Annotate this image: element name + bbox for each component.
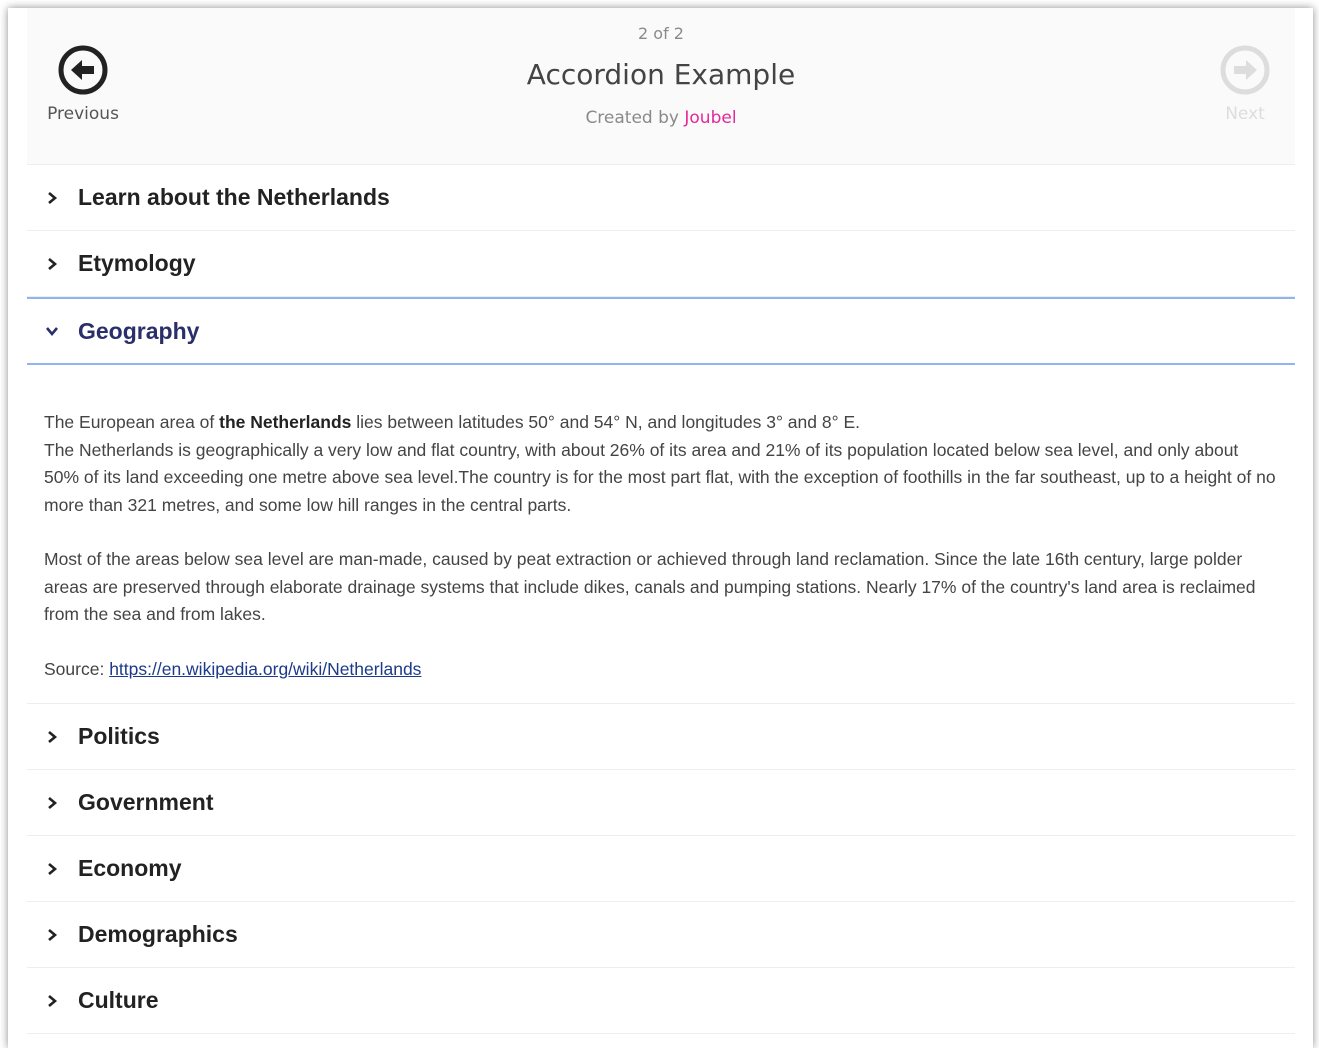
accordion-header-demographics[interactable]: Demographics (27, 902, 1295, 967)
source-label: Source: (44, 658, 110, 679)
chevron-right-icon (48, 730, 58, 743)
accordion-header-etymology[interactable]: Etymology (27, 231, 1295, 296)
accordion-item: Demographics (27, 902, 1295, 968)
accordion-label: Politics (78, 723, 160, 749)
accordion-item: Geography The European area of the Nethe… (27, 297, 1295, 704)
accordion: Learn about the Netherlands Etymology Ge… (27, 165, 1295, 1034)
author-link[interactable]: Joubel (684, 108, 736, 128)
author-line: Created by Joubel (27, 108, 1295, 128)
accordion-item: Economy (27, 836, 1295, 902)
accordion-header-learn[interactable]: Learn about the Netherlands (27, 165, 1295, 230)
source-link[interactable]: https://en.wikipedia.org/wiki/Netherland… (109, 659, 421, 679)
slide-counter: 2 of 2 (638, 24, 684, 43)
accordion-label: Demographics (78, 921, 238, 947)
accordion-item: Etymology (27, 231, 1295, 297)
accordion-header-geography[interactable]: Geography (27, 297, 1295, 365)
chevron-right-icon (48, 191, 58, 204)
next-label: Next (1225, 104, 1265, 124)
accordion-item: Culture (27, 968, 1295, 1034)
accordion-header-politics[interactable]: Politics (27, 704, 1295, 769)
panel-paragraph: Most of the areas below sea level are ma… (44, 549, 1256, 624)
accordion-header-culture[interactable]: Culture (27, 968, 1295, 1033)
accordion-label: Government (78, 789, 214, 815)
next-button[interactable]: Next (1195, 44, 1295, 124)
panel-paragraph: The European area of the Netherlands lie… (44, 409, 1278, 519)
accordion-item: Learn about the Netherlands (27, 165, 1295, 231)
chevron-right-icon (48, 862, 58, 875)
arrow-right-circle-icon (1220, 45, 1270, 95)
accordion-label: Etymology (78, 250, 196, 276)
text-span: The Netherlands is geographically a very… (44, 439, 1276, 515)
accordion-item: Government (27, 770, 1295, 836)
page-title: Accordion Example (526, 58, 796, 91)
created-by-label: Created by (585, 108, 679, 128)
content-inner: Previous 2 of 2 Accordion Example Create… (27, 8, 1295, 1034)
text-span: lies between latitudes 50° and 54° N, an… (351, 412, 860, 432)
source-line: Source: https://en.wikipedia.org/wiki/Ne… (44, 656, 1278, 684)
text-span: The European area of (44, 412, 220, 432)
accordion-label: Economy (78, 855, 182, 881)
bold-text: the Netherlands (219, 412, 352, 432)
chevron-right-icon (48, 928, 58, 941)
chevron-right-icon (48, 796, 58, 809)
accordion-label: Learn about the Netherlands (78, 184, 390, 210)
content-frame: Previous 2 of 2 Accordion Example Create… (8, 8, 1313, 1048)
presentation-header: Previous 2 of 2 Accordion Example Create… (27, 8, 1295, 165)
accordion-panel-geography: The European area of the Netherlands lie… (27, 365, 1295, 703)
accordion-header-government[interactable]: Government (27, 770, 1295, 835)
chevron-right-icon (48, 994, 58, 1007)
accordion-label: Culture (78, 987, 159, 1013)
accordion-label: Geography (78, 317, 200, 344)
chevron-right-icon (48, 257, 58, 270)
chevron-down-icon (46, 327, 58, 337)
accordion-item: Politics (27, 704, 1295, 770)
accordion-header-economy[interactable]: Economy (27, 836, 1295, 901)
